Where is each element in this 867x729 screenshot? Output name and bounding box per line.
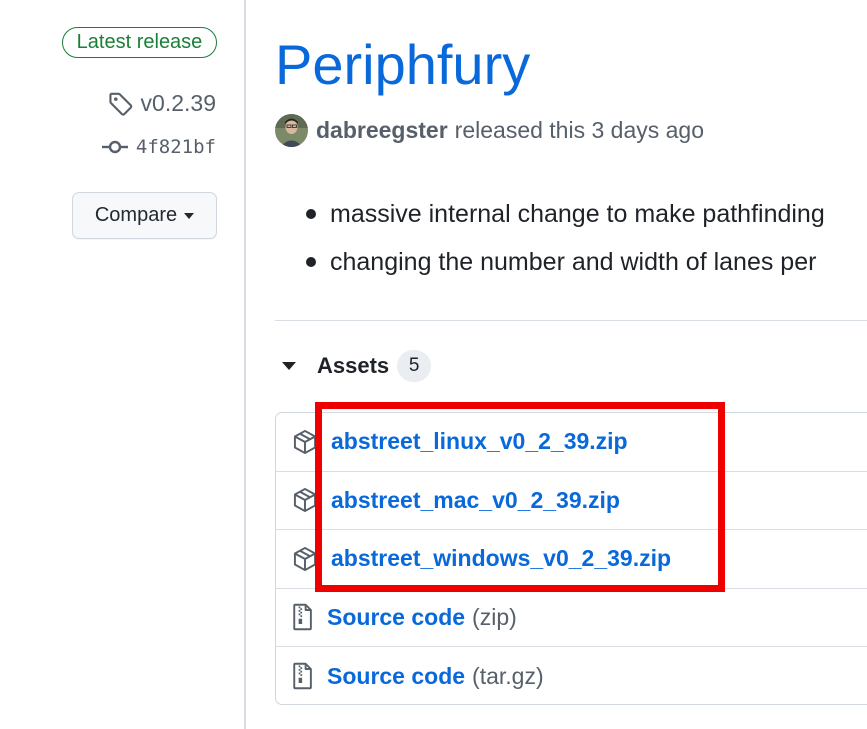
asset-row-mac: abstreet_mac_v0_2_39.zip — [276, 472, 867, 530]
release-title[interactable]: Periphfury — [275, 32, 530, 98]
release-page: Latest release v0.2.39 4f821bf Compare P… — [0, 0, 867, 729]
commit-sha: 4f821bf — [135, 136, 216, 158]
asset-link[interactable]: Source code — [327, 663, 465, 690]
package-icon — [293, 429, 317, 454]
chevron-down-icon — [184, 212, 195, 219]
divider — [275, 320, 867, 321]
release-notes: massive internal change to make pathfind… — [300, 190, 867, 286]
file-zip-icon — [293, 604, 312, 631]
assets-toggle[interactable]: Assets 5 — [282, 350, 432, 382]
asset-row-source-zip: Source code (zip) — [276, 589, 867, 647]
package-icon — [293, 546, 317, 571]
asset-format: (tar.gz) — [472, 662, 544, 689]
tag-link[interactable]: v0.2.39 — [108, 90, 216, 117]
asset-row-windows: abstreet_windows_v0_2_39.zip — [276, 530, 867, 589]
git-commit-icon — [101, 140, 128, 154]
latest-release-badge: Latest release — [62, 27, 217, 58]
release-sidebar: Latest release v0.2.39 4f821bf Compare — [0, 0, 246, 729]
release-author-line: dabreegster released this 3 days ago — [275, 114, 704, 147]
assets-list: abstreet_linux_v0_2_39.zip abstreet_mac_… — [275, 412, 867, 705]
release-time-text: released this 3 days ago — [454, 117, 704, 143]
author-name[interactable]: dabreegster — [316, 117, 448, 144]
compare-label: Compare — [94, 204, 178, 226]
asset-link[interactable]: Source code — [327, 604, 465, 631]
list-item: changing the number and width of lanes p… — [300, 238, 867, 286]
assets-count-badge: 5 — [397, 350, 432, 382]
asset-row-linux: abstreet_linux_v0_2_39.zip — [276, 413, 867, 472]
package-icon — [293, 488, 317, 513]
compare-button[interactable]: Compare — [72, 192, 217, 239]
assets-heading: Assets — [317, 353, 390, 378]
list-item: massive internal change to make pathfind… — [300, 190, 867, 238]
asset-link[interactable]: abstreet_mac_v0_2_39.zip — [331, 487, 620, 514]
asset-format: (zip) — [472, 603, 517, 630]
tag-icon — [108, 92, 132, 116]
asset-link[interactable]: abstreet_linux_v0_2_39.zip — [331, 428, 628, 455]
triangle-down-icon — [282, 362, 296, 370]
asset-link[interactable]: abstreet_windows_v0_2_39.zip — [331, 545, 671, 572]
tag-name: v0.2.39 — [140, 90, 216, 116]
avatar[interactable] — [275, 114, 308, 147]
asset-row-source-targz: Source code (tar.gz) — [276, 647, 867, 704]
file-zip-icon — [293, 663, 312, 690]
commit-link[interactable]: 4f821bf — [101, 136, 216, 158]
